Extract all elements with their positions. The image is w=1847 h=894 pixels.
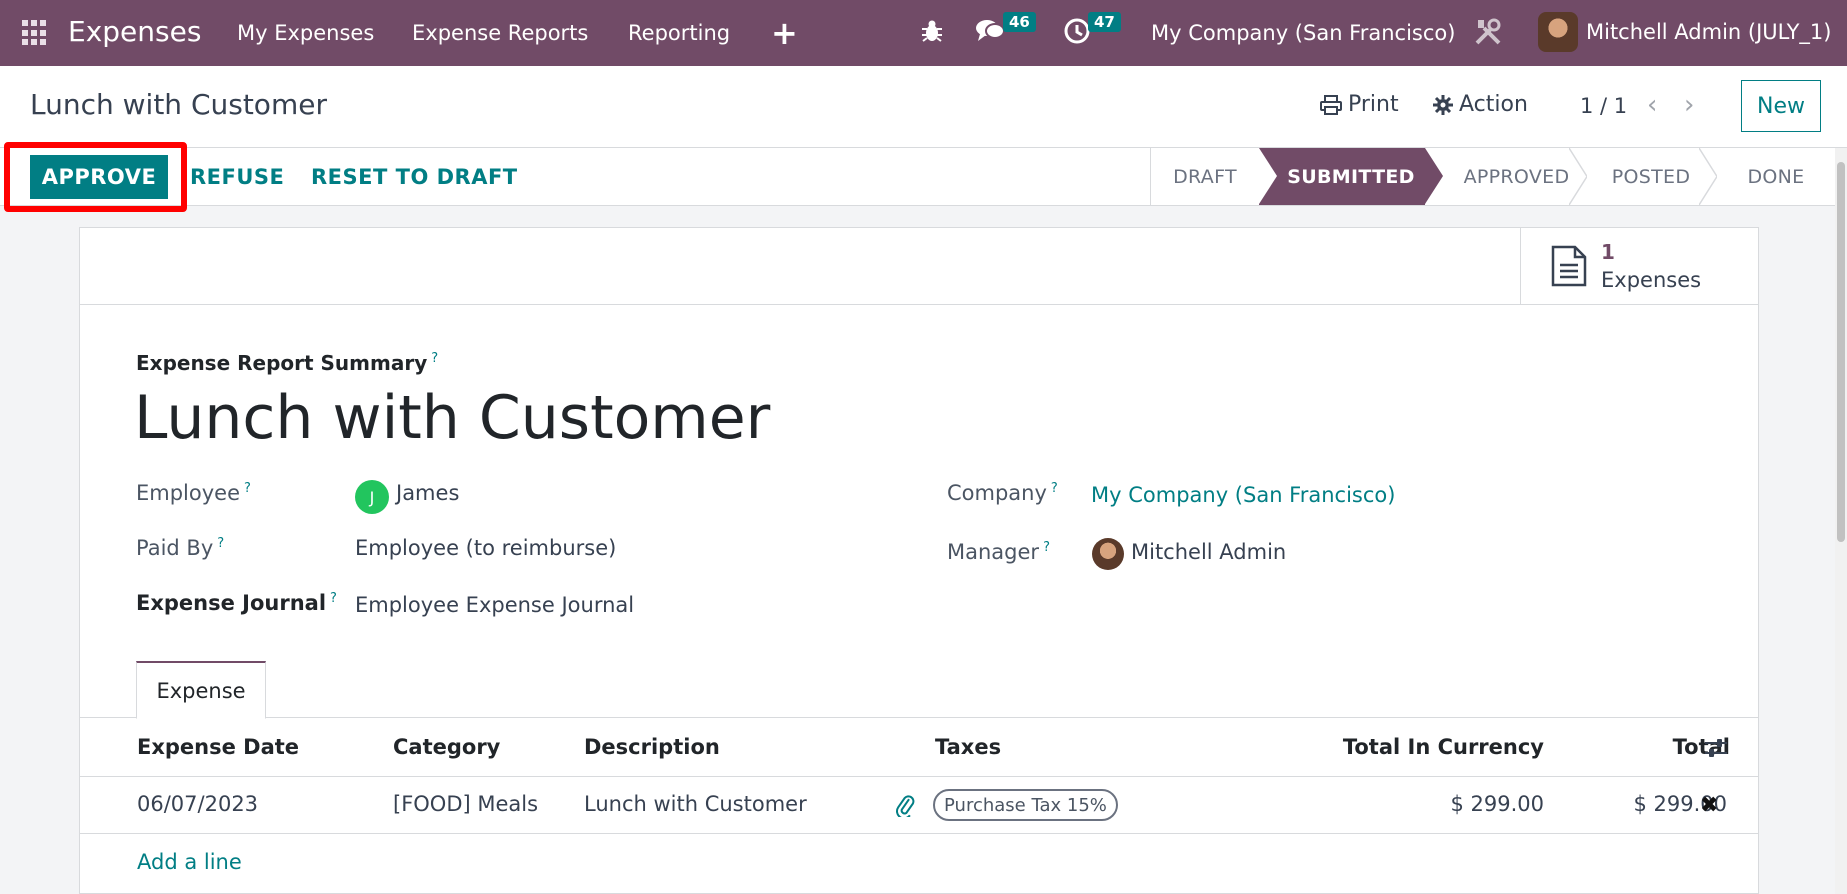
help-tooltip-icon[interactable]: ? <box>1043 540 1050 555</box>
paid-by-field[interactable]: Employee (to reimburse) <box>355 536 616 560</box>
column-header-description[interactable]: Description <box>584 735 720 759</box>
paid-by-label: Paid By? <box>136 536 225 560</box>
help-tooltip-icon[interactable]: ? <box>244 481 251 496</box>
settings-tools-icon[interactable] <box>1472 16 1504 52</box>
action-label: Action <box>1459 92 1528 117</box>
column-header-expense-date[interactable]: Expense Date <box>137 735 299 759</box>
cell-description[interactable]: Lunch with Customer <box>584 792 807 816</box>
smart-button-box: 1 Expenses <box>80 228 1758 305</box>
page-scrollbar[interactable] <box>1835 148 1847 894</box>
column-header-category[interactable]: Category <box>393 735 500 759</box>
employee-field[interactable]: James <box>396 481 459 505</box>
company-switcher[interactable]: My Company (San Francisco) <box>1151 21 1455 45</box>
delete-row-icon[interactable]: ✖ <box>1700 793 1718 818</box>
stage-draft[interactable]: DRAFT <box>1151 148 1259 205</box>
notebook-tabs: Expense <box>80 661 1758 719</box>
user-name: Mitchell Admin (JULY_1) <box>1586 20 1832 44</box>
cell-category[interactable]: [FOOD] Meals <box>393 792 538 816</box>
expenses-label: Expenses <box>1601 268 1702 292</box>
help-tooltip-icon[interactable]: ? <box>1051 481 1058 496</box>
stage-approved[interactable]: APPROVED <box>1425 148 1587 205</box>
employee-label: Employee? <box>136 481 251 505</box>
menu-reporting[interactable]: Reporting <box>628 21 730 45</box>
print-icon <box>1320 94 1342 115</box>
print-label: Print <box>1348 92 1399 117</box>
user-menu[interactable]: Mitchell Admin (JULY_1) <box>1538 12 1831 52</box>
action-button[interactable]: Action <box>1433 92 1528 117</box>
stage-label: POSTED <box>1611 165 1691 188</box>
expenses-count: 1 <box>1601 240 1615 264</box>
pager-value[interactable]: 1 / 1 <box>1580 94 1627 118</box>
tax-tag[interactable]: Purchase Tax 15% <box>933 789 1118 821</box>
app-name[interactable]: Expenses <box>68 15 201 48</box>
add-a-line-link[interactable]: Add a line <box>137 850 242 874</box>
breadcrumb: Lunch with Customer <box>30 88 327 121</box>
expense-journal-label: Expense Journal? <box>136 591 337 615</box>
expenses-smart-button[interactable]: 1 Expenses <box>1520 228 1758 304</box>
help-tooltip-icon[interactable]: ? <box>431 351 438 366</box>
messages-count-badge: 46 <box>1003 12 1036 32</box>
tab-expense[interactable]: Expense <box>136 661 266 719</box>
document-icon <box>1551 245 1587 287</box>
cell-total-in-currency[interactable]: $ 299.00 <box>1260 792 1544 816</box>
apps-menu-icon[interactable] <box>22 20 48 46</box>
pager-previous-icon[interactable]: ‹ <box>1647 90 1657 120</box>
new-button[interactable]: New <box>1741 80 1821 132</box>
stage-submitted[interactable]: SUBMITTED <box>1259 148 1443 205</box>
report-title-field[interactable]: Lunch with Customer <box>134 383 770 453</box>
column-header-taxes[interactable]: Taxes <box>935 735 1001 759</box>
debug-bug-icon[interactable] <box>920 18 944 48</box>
user-avatar <box>1538 12 1578 52</box>
stage-label: APPROVED <box>1463 165 1570 188</box>
cell-expense-date[interactable]: 06/07/2023 <box>137 792 258 816</box>
pager-next-icon[interactable]: › <box>1684 90 1694 120</box>
menu-my-expenses[interactable]: My Expenses <box>237 21 374 45</box>
help-tooltip-icon[interactable]: ? <box>217 536 224 551</box>
menu-expense-reports[interactable]: Expense Reports <box>412 21 588 45</box>
new-menu-plus-button[interactable]: + <box>771 14 798 52</box>
top-navbar: Expenses My Expenses Expense Reports Rep… <box>0 0 1847 66</box>
stage-done[interactable]: DONE <box>1716 148 1836 205</box>
manager-avatar <box>1092 538 1124 570</box>
stage-label: SUBMITTED <box>1287 165 1415 188</box>
approve-highlight-box <box>4 142 187 212</box>
stage-label: DONE <box>1747 165 1805 188</box>
cell-total[interactable]: $ 299.00 <box>1520 792 1727 816</box>
scrollbar-thumb[interactable] <box>1837 162 1845 542</box>
gear-icon <box>1433 94 1453 115</box>
activities-count-badge: 47 <box>1088 12 1121 32</box>
help-tooltip-icon[interactable]: ? <box>330 591 337 606</box>
company-field-link[interactable]: My Company (San Francisco) <box>1091 483 1395 507</box>
form-sheet: 1 Expenses Expense Report Summary? Lunch… <box>79 227 1759 894</box>
stage-posted[interactable]: POSTED <box>1586 148 1717 205</box>
stage-pipeline: DRAFT SUBMITTED APPROVED POSTED DONE <box>1150 148 1836 205</box>
control-panel: Lunch with Customer Print Action 1 / 1 ‹… <box>0 66 1847 148</box>
paperclip-attachment-icon[interactable] <box>894 793 916 821</box>
refuse-button[interactable]: REFUSE <box>190 165 284 189</box>
company-label: Company? <box>947 481 1058 505</box>
activities-clock-icon[interactable] <box>1063 17 1091 49</box>
summary-field-label: Expense Report Summary? <box>136 351 439 375</box>
optional-columns-toggle-icon[interactable] <box>1703 737 1729 763</box>
employee-avatar: J <box>355 480 389 514</box>
reset-to-draft-button[interactable]: RESET TO DRAFT <box>311 165 518 189</box>
column-header-total-in-currency[interactable]: Total In Currency <box>1260 735 1544 759</box>
manager-label: Manager? <box>947 540 1050 564</box>
expense-journal-field[interactable]: Employee Expense Journal <box>355 593 634 617</box>
manager-field[interactable]: Mitchell Admin <box>1131 540 1286 564</box>
print-button[interactable]: Print <box>1320 92 1399 117</box>
stage-label: DRAFT <box>1173 165 1237 188</box>
